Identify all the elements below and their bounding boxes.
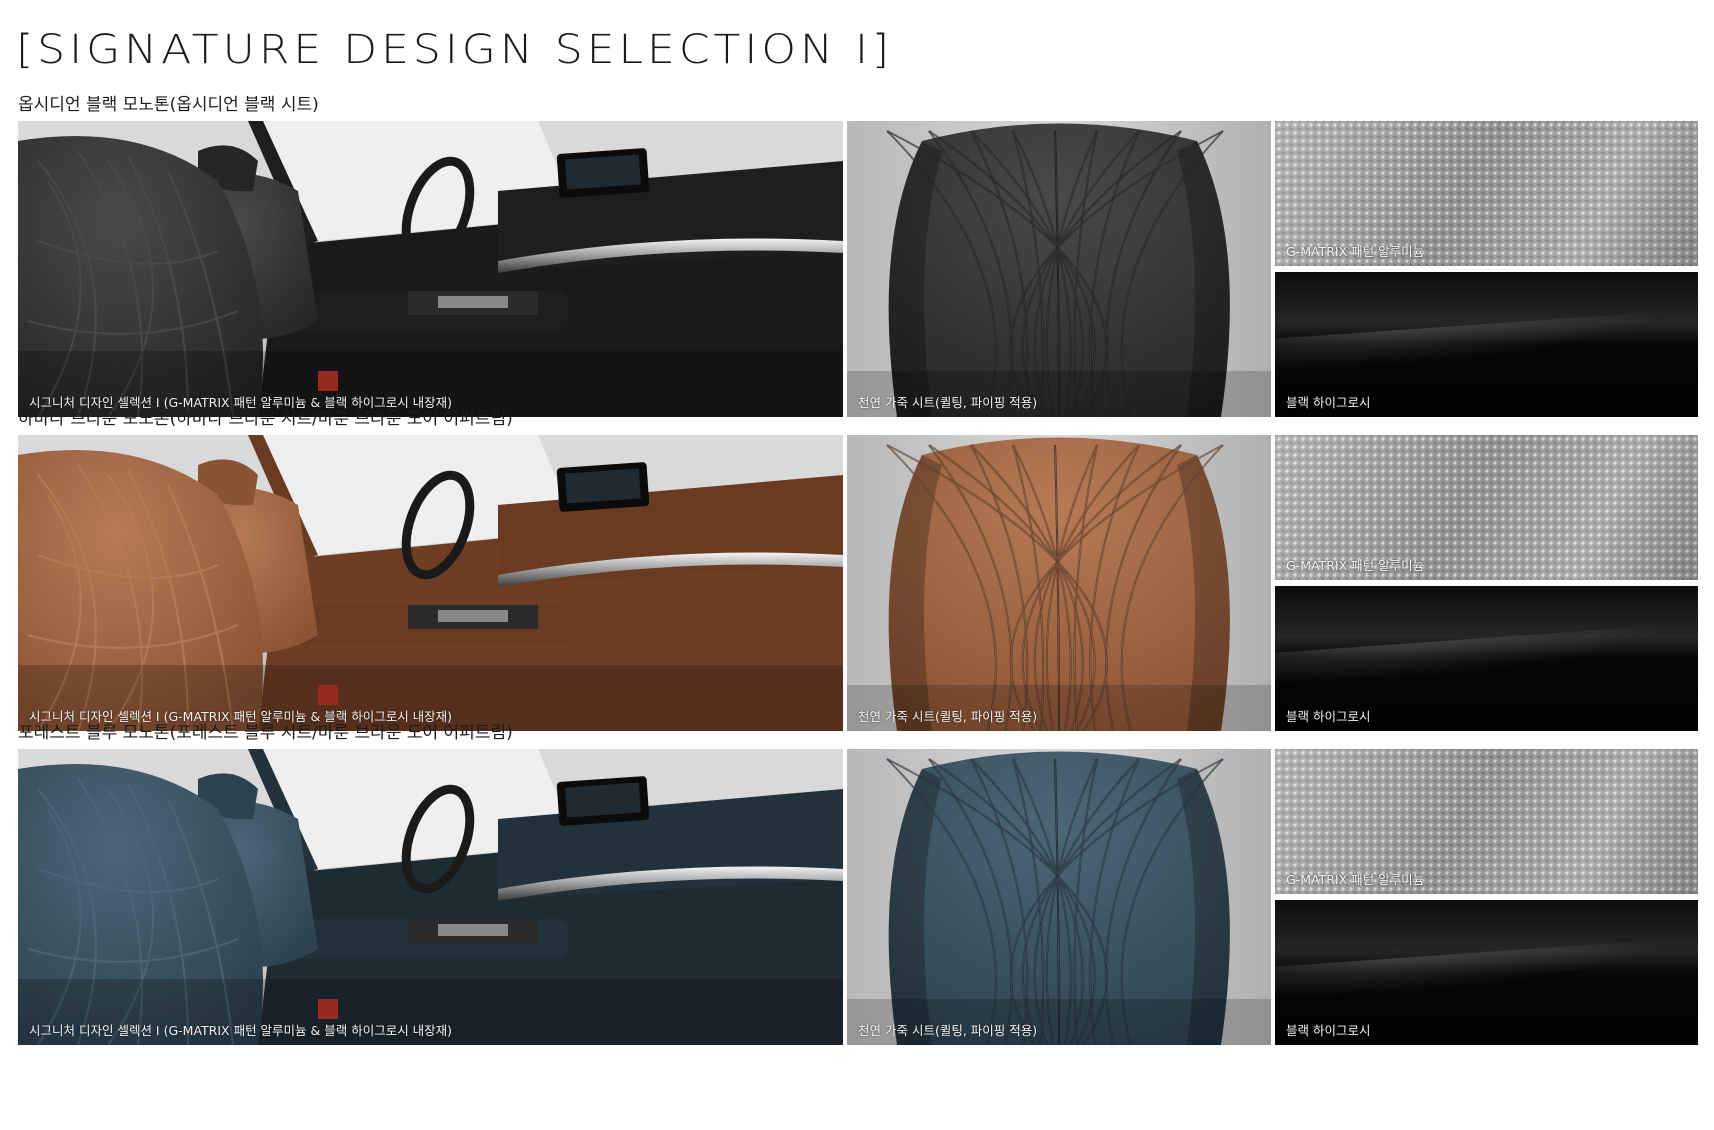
option-image-row: 시그니처 디자인 셀렉션 I (G-MATRIX 패턴 알루미늄 & 블랙 하이… <box>18 121 1698 417</box>
interior-option-section: 옵시디언 블랙 모노톤(옵시디언 블랙 시트) 시그니처 디자인 셀렉션 I (… <box>18 90 1698 420</box>
interior-photo <box>18 121 843 417</box>
section-title: 포레스트 블루 모노톤(포레스트 블루 시트/마룬 브라운 도어 어퍼트림) <box>18 723 513 743</box>
aluminum-swatch: G-MATRIX 패턴 알루미늄 <box>1275 749 1698 894</box>
interior-image: 시그니처 디자인 셀렉션 I (G-MATRIX 패턴 알루미늄 & 블랙 하이… <box>18 121 843 417</box>
interior-photo <box>18 435 843 731</box>
section-title: 옵시디언 블랙 모노톤(옵시디언 블랙 시트) <box>18 95 319 115</box>
seat-closeup-photo <box>847 749 1271 1045</box>
interior-photo <box>18 749 843 1045</box>
aluminum-caption: G-MATRIX 패턴 알루미늄 <box>1286 244 1425 259</box>
aluminum-swatch: G-MATRIX 패턴 알루미늄 <box>1275 435 1698 580</box>
seat-closeup-photo <box>847 121 1271 417</box>
seat-image: 천연 가죽 시트(퀼팅, 파이핑 적용) <box>847 435 1271 731</box>
option-image-row: 시그니처 디자인 셀렉션 I (G-MATRIX 패턴 알루미늄 & 블랙 하이… <box>18 749 1698 1045</box>
aluminum-caption: G-MATRIX 패턴 알루미늄 <box>1286 558 1425 573</box>
option-image-row: 시그니처 디자인 셀렉션 I (G-MATRIX 패턴 알루미늄 & 블랙 하이… <box>18 435 1698 731</box>
interior-image: 시그니처 디자인 셀렉션 I (G-MATRIX 패턴 알루미늄 & 블랙 하이… <box>18 749 843 1045</box>
gloss-caption: 블랙 하이그로시 <box>1286 1023 1371 1038</box>
gloss-swatch: 블랙 하이그로시 <box>1275 272 1698 417</box>
seat-caption: 천연 가죽 시트(퀼팅, 파이핑 적용) <box>858 1023 1038 1038</box>
gloss-swatch: 블랙 하이그로시 <box>1275 900 1698 1045</box>
interior-image: 시그니처 디자인 셀렉션 I (G-MATRIX 패턴 알루미늄 & 블랙 하이… <box>18 435 843 731</box>
seat-closeup-photo <box>847 435 1271 731</box>
section-title: 하바나 브라운 모노톤(하바나 브라운 시트/마룬 브라운 도어 어퍼트림) <box>18 409 513 429</box>
interior-caption: 시그니처 디자인 셀렉션 I (G-MATRIX 패턴 알루미늄 & 블랙 하이… <box>29 1023 453 1038</box>
interior-option-section: 포레스트 블루 모노톤(포레스트 블루 시트/마룬 브라운 도어 어퍼트림) 시… <box>18 718 1698 1048</box>
aluminum-caption: G-MATRIX 패턴 알루미늄 <box>1286 872 1425 887</box>
aluminum-swatch: G-MATRIX 패턴 알루미늄 <box>1275 121 1698 266</box>
interior-option-section: 하바나 브라운 모노톤(하바나 브라운 시트/마룬 브라운 도어 어퍼트림) 시… <box>18 404 1698 734</box>
page-title: [SIGNATURE DESIGN SELECTION I] <box>16 26 894 73</box>
gloss-swatch: 블랙 하이그로시 <box>1275 586 1698 731</box>
seat-image: 천연 가죽 시트(퀼팅, 파이핑 적용) <box>847 749 1271 1045</box>
seat-image: 천연 가죽 시트(퀼팅, 파이핑 적용) <box>847 121 1271 417</box>
